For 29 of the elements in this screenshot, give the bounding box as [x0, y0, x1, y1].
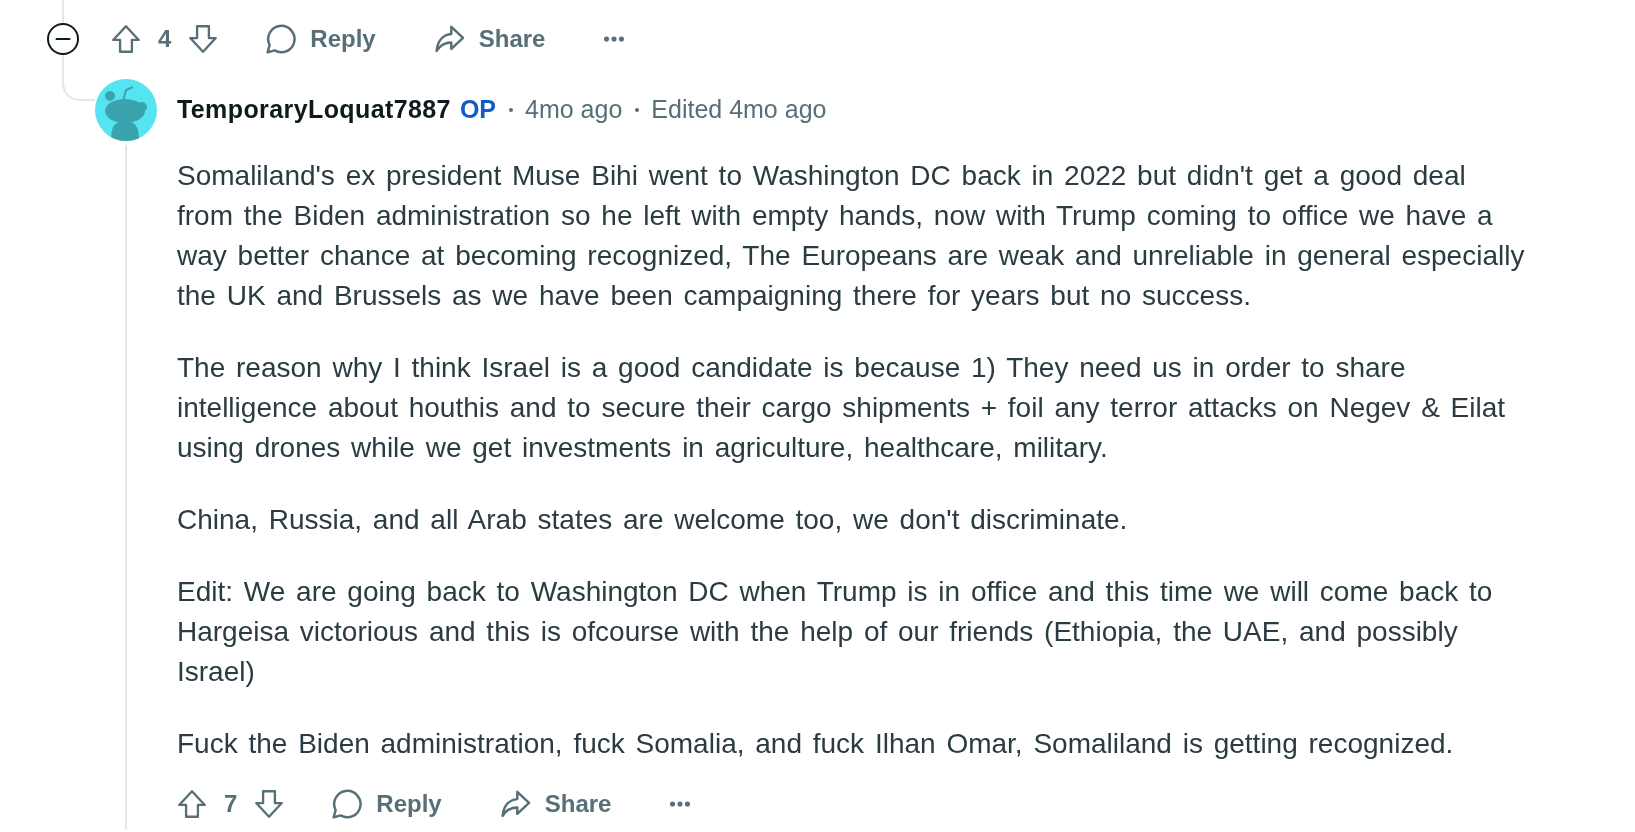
comment-paragraph: Somaliland's ex president Muse Bihi went to Washington DC back in 2022 but didn't get a good deal from the Biden administration so he left with empty hands, now with Trump coming to office we have a way better chance at becoming recognized, The Europeans are weak and unreliable in general especially the UK and Brussels as we have been campaigning there for years but no success.	[177, 159, 1526, 313]
share-arrow-icon	[500, 790, 531, 818]
user-avatar[interactable]	[95, 79, 157, 141]
comment-paragraph: Fuck the Biden administration, fuck Somalia, and fuck Ilhan Omar, Somaliland is getting recognized.	[177, 727, 1455, 761]
reply-button[interactable]: Reply	[318, 782, 456, 826]
comment-paragraph: Edit: We are going back to Washington DC when Trump is in office and this time we will come back to Hargeisa victorious and this is ofcourse with the help of our friends (Ethiopia, the UAE, and possibly Israel)	[177, 575, 1494, 689]
share-button[interactable]: Share	[486, 782, 626, 826]
ellipsis-icon	[670, 801, 691, 807]
up-arrow-icon	[112, 24, 140, 54]
op-label: OP	[459, 94, 496, 126]
dot-separator-icon	[635, 108, 640, 112]
share-arrow-icon	[434, 25, 465, 53]
edited-time: Edited 4mo ago	[651, 94, 827, 126]
speech-bubble-icon	[332, 789, 363, 819]
comment-paragraph: The reason why I think Israel is a good candidate is because 1) They need us in order to share intelligence about houthis and to secure their cargo shipments + foil any terror attacks on Negev & Eilat using drones while we get investments in agriculture, healthcare, military.	[177, 351, 1507, 465]
ellipsis-icon	[604, 36, 625, 42]
post-time[interactable]: 4mo ago	[525, 91, 623, 129]
reply-button[interactable]: Reply	[252, 17, 390, 61]
username[interactable]: TemporaryLoquat7887	[177, 91, 451, 129]
vote-count: 4	[158, 27, 172, 51]
comment-paragraph: China, Russia, and all Arab states are welcome too, we don't discriminate.	[177, 503, 1129, 537]
share-button[interactable]: Share	[420, 17, 560, 61]
up-arrow-icon	[178, 789, 206, 819]
speech-bubble-icon	[266, 24, 297, 54]
vote-count: 7	[224, 792, 238, 816]
collapse-button[interactable]	[47, 23, 79, 55]
down-arrow-icon	[255, 789, 284, 819]
down-arrow-icon	[189, 24, 218, 54]
dot-separator-icon	[509, 108, 513, 112]
